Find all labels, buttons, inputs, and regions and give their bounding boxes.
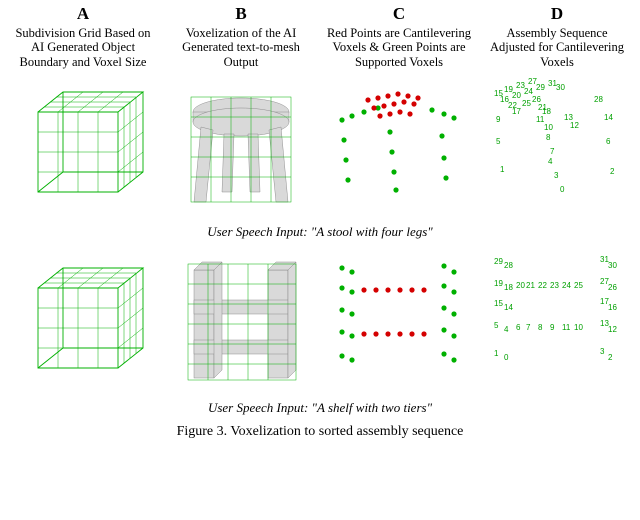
svg-text:4: 4 — [504, 325, 509, 334]
panel-stool-d: 1519232731162024293022252628172118911131… — [482, 72, 632, 222]
panel-shelf-a — [8, 248, 158, 398]
panel-stool-b — [166, 72, 316, 222]
panel-shelf-d: 2928313019182021222324252726151417165467… — [482, 248, 632, 398]
svg-text:2: 2 — [610, 167, 615, 176]
col-d-desc: Assembly Sequence Adjusted for Cantileve… — [482, 26, 632, 72]
svg-text:30: 30 — [556, 83, 565, 92]
svg-text:25: 25 — [574, 281, 583, 290]
svg-text:0: 0 — [504, 353, 509, 362]
svg-text:5: 5 — [496, 137, 501, 146]
svg-text:23: 23 — [550, 281, 559, 290]
svg-text:15: 15 — [494, 299, 503, 308]
figure-caption: Figure 3. Voxelization to sorted assembl… — [8, 424, 632, 440]
subdivision-grid-icon — [8, 248, 158, 398]
svg-text:1: 1 — [494, 349, 499, 358]
svg-text:7: 7 — [550, 147, 555, 156]
panel-stool-c — [324, 72, 474, 222]
row-stool: 1519232731162024293022252628172118911131… — [8, 72, 632, 222]
col-a-label: A — [77, 4, 89, 24]
svg-text:2: 2 — [608, 353, 613, 362]
svg-text:4: 4 — [548, 157, 553, 166]
svg-text:12: 12 — [570, 121, 579, 130]
svg-text:29: 29 — [536, 83, 545, 92]
svg-text:7: 7 — [526, 323, 531, 332]
figure-3: A Subdivision Grid Based on AI Generated… — [0, 0, 640, 440]
col-a-desc: Subdivision Grid Based on AI Generated O… — [8, 26, 158, 72]
svg-text:20: 20 — [512, 91, 521, 100]
voxelized-shelf-icon — [166, 248, 316, 398]
col-b-label: B — [235, 4, 246, 24]
col-d-label: D — [551, 4, 563, 24]
svg-text:14: 14 — [504, 303, 513, 312]
svg-text:8: 8 — [546, 133, 551, 142]
svg-text:22: 22 — [538, 281, 547, 290]
svg-text:10: 10 — [544, 123, 553, 132]
svg-text:24: 24 — [562, 281, 571, 290]
assembly-seq-stool: 1519232731162024293022252628172118911131… — [482, 72, 632, 222]
svg-text:28: 28 — [594, 95, 603, 104]
svg-text:26: 26 — [608, 283, 617, 292]
svg-text:29: 29 — [494, 257, 503, 266]
svg-text:6: 6 — [516, 323, 521, 332]
svg-text:5: 5 — [494, 321, 499, 330]
panel-shelf-c — [324, 248, 474, 398]
col-c-desc: Red Points are Cantilevering Voxels & Gr… — [324, 26, 474, 72]
svg-text:25: 25 — [522, 99, 531, 108]
svg-text:30: 30 — [608, 261, 617, 270]
svg-text:6: 6 — [606, 137, 611, 146]
speech-shelf: User Speech Input: "A shelf with two tie… — [8, 400, 632, 416]
col-c-label: C — [393, 4, 405, 24]
svg-text:18: 18 — [504, 283, 513, 292]
svg-text:3: 3 — [600, 347, 605, 356]
svg-text:8: 8 — [538, 323, 543, 332]
svg-text:10: 10 — [574, 323, 583, 332]
svg-text:21: 21 — [526, 281, 535, 290]
svg-text:16: 16 — [608, 303, 617, 312]
svg-text:1: 1 — [500, 165, 505, 174]
svg-text:12: 12 — [608, 325, 617, 334]
svg-text:3: 3 — [554, 171, 559, 180]
svg-text:9: 9 — [496, 115, 501, 124]
svg-text:9: 9 — [550, 323, 555, 332]
voxel-points-shelf — [324, 248, 474, 398]
speech-stool: User Speech Input: "A stool with four le… — [8, 224, 632, 240]
panel-shelf-b — [166, 248, 316, 398]
svg-text:28: 28 — [504, 261, 513, 270]
col-b-desc: Voxelization of the AI Generated text-to… — [166, 26, 316, 72]
svg-text:14: 14 — [604, 113, 613, 122]
panel-stool-a — [8, 72, 158, 222]
subdivision-grid-icon — [8, 72, 158, 222]
svg-text:0: 0 — [560, 185, 565, 194]
svg-text:17: 17 — [512, 107, 521, 116]
svg-text:11: 11 — [562, 323, 571, 332]
column-headers: A Subdivision Grid Based on AI Generated… — [8, 4, 632, 72]
voxelized-stool-icon — [166, 72, 316, 222]
row-shelf: 2928313019182021222324252726151417165467… — [8, 248, 632, 398]
svg-text:20: 20 — [516, 281, 525, 290]
assembly-seq-shelf: 2928313019182021222324252726151417165467… — [482, 248, 632, 398]
svg-text:19: 19 — [494, 279, 503, 288]
voxel-points-stool — [324, 72, 474, 222]
